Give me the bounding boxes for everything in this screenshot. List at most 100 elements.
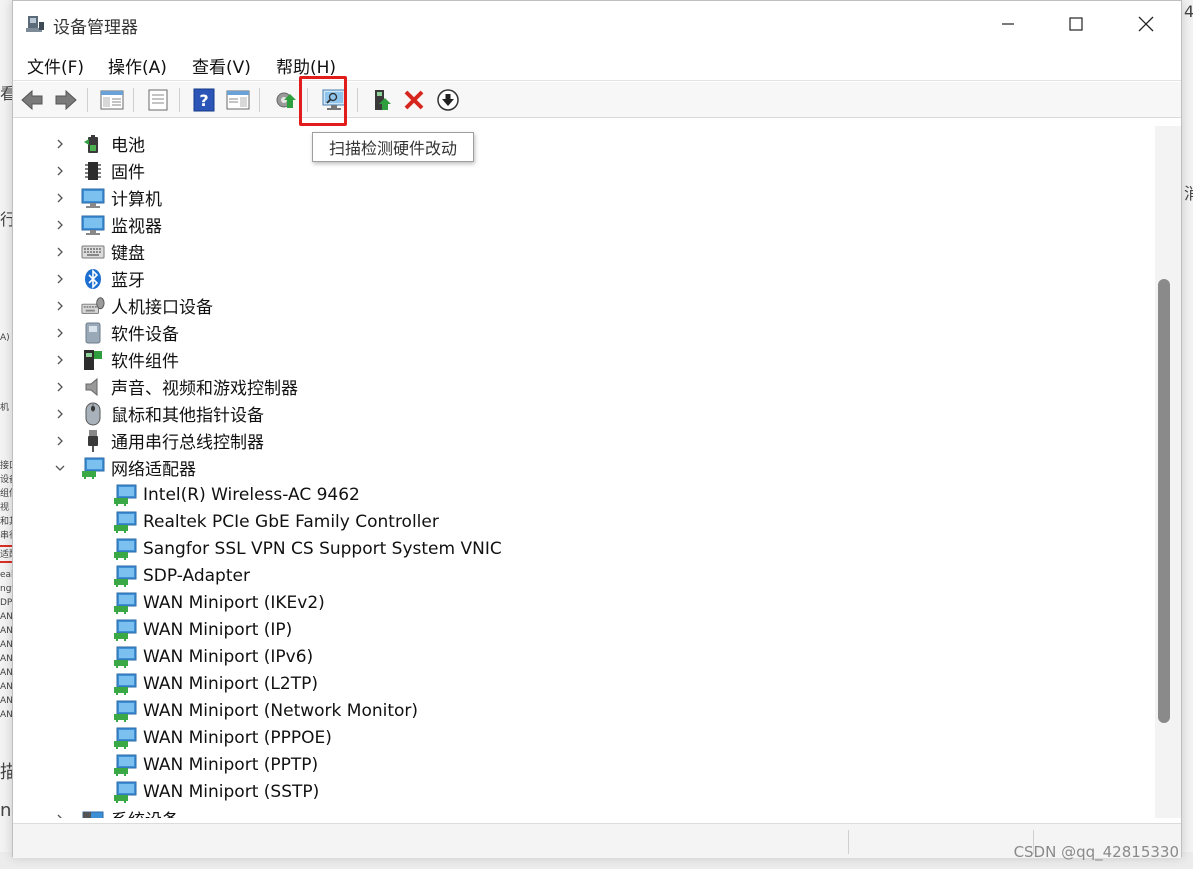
back-icon[interactable] bbox=[19, 87, 45, 113]
scan-hardware-icon[interactable] bbox=[321, 87, 347, 113]
tree-item-label: WAN Miniport (SSTP) bbox=[143, 781, 320, 802]
tree-category[interactable]: 声音、视频和游戏控制器 bbox=[53, 373, 298, 400]
tree-category[interactable]: 电池 bbox=[53, 130, 145, 157]
chevron-right-icon[interactable] bbox=[53, 191, 67, 205]
background-window-right: 4 消 bbox=[1181, 0, 1193, 869]
device-manager-icon bbox=[25, 14, 45, 34]
tree-category[interactable]: 软件组件 bbox=[53, 346, 179, 373]
chevron-right-icon[interactable] bbox=[53, 353, 67, 367]
chevron-right-icon[interactable] bbox=[53, 218, 67, 232]
vertical-scrollbar[interactable] bbox=[1155, 126, 1181, 818]
tree-item-label: WAN Miniport (IPv6) bbox=[143, 646, 314, 667]
hid-icon bbox=[81, 295, 105, 317]
chevron-right-icon[interactable] bbox=[53, 245, 67, 259]
tree-item-label: 系统设备 bbox=[111, 806, 179, 818]
tree-item-label: Intel(R) Wireless-AC 9462 bbox=[143, 484, 360, 505]
network-adapter-icon bbox=[113, 484, 137, 506]
chevron-right-icon[interactable] bbox=[53, 434, 67, 448]
tree-category[interactable]: 网络适配器 bbox=[53, 454, 196, 481]
tree-category[interactable]: 通用串行总线控制器 bbox=[53, 427, 264, 454]
tree-category[interactable]: 监视器 bbox=[53, 211, 162, 238]
tree-item-label: 计算机 bbox=[111, 190, 162, 210]
tree-device-item[interactable]: WAN Miniport (Network Monitor) bbox=[113, 697, 418, 724]
bluetooth-icon bbox=[81, 268, 105, 290]
menu-help[interactable]: 帮助(H) bbox=[276, 53, 336, 78]
close-button[interactable] bbox=[1111, 1, 1181, 47]
tree-item-label: WAN Miniport (Network Monitor) bbox=[143, 700, 419, 721]
properties-icon[interactable] bbox=[145, 87, 171, 113]
help-icon[interactable]: ? bbox=[191, 87, 217, 113]
tree-category[interactable]: 软件设备 bbox=[53, 319, 179, 346]
software-device-icon bbox=[81, 322, 105, 344]
software-component-icon bbox=[81, 349, 105, 371]
tree-category[interactable]: 固件 bbox=[53, 157, 145, 184]
tree-device-item[interactable]: Sangfor SSL VPN CS Support System VNIC bbox=[113, 535, 502, 562]
network-adapter-icon bbox=[113, 511, 137, 533]
chevron-right-icon[interactable] bbox=[53, 164, 67, 178]
tooltip: 扫描检测硬件改动 bbox=[312, 132, 474, 162]
tree-item-label: 键盘 bbox=[111, 244, 145, 264]
uninstall-icon[interactable] bbox=[401, 87, 427, 113]
tree-device-item[interactable]: WAN Miniport (IKEv2) bbox=[113, 589, 325, 616]
enable-device-icon[interactable] bbox=[369, 87, 395, 113]
menu-view[interactable]: 查看(V) bbox=[192, 53, 251, 78]
tree-device-item[interactable]: WAN Miniport (PPTP) bbox=[113, 751, 318, 778]
tree-device-item[interactable]: SDP-Adapter bbox=[113, 562, 250, 589]
tree-item-label: 蓝牙 bbox=[111, 271, 145, 291]
menu-action[interactable]: 操作(A) bbox=[108, 53, 167, 78]
network-adapter-icon bbox=[113, 592, 137, 614]
mouse-icon bbox=[81, 402, 105, 425]
tree-item-label: Realtek PCIe GbE Family Controller bbox=[143, 511, 439, 532]
tree-item-label: WAN Miniport (IKEv2) bbox=[143, 592, 325, 613]
computer-icon bbox=[81, 187, 105, 209]
tree-category[interactable]: 人机接口设备 bbox=[53, 292, 213, 319]
chevron-right-icon[interactable] bbox=[53, 137, 67, 151]
tree-category[interactable]: 鼠标和其他指针设备 bbox=[53, 400, 264, 427]
menu-file[interactable]: 文件(F) bbox=[27, 53, 84, 78]
tree-item-label: 固件 bbox=[111, 163, 145, 183]
tree-device-item[interactable]: Intel(R) Wireless-AC 9462 bbox=[113, 481, 360, 508]
chevron-right-icon[interactable] bbox=[53, 272, 67, 286]
tree-device-item[interactable]: WAN Miniport (SSTP) bbox=[113, 778, 319, 805]
chevron-down-icon[interactable] bbox=[53, 461, 67, 475]
minimize-button[interactable] bbox=[973, 1, 1043, 47]
download-icon[interactable] bbox=[435, 87, 461, 113]
tree-device-item[interactable]: Realtek PCIe GbE Family Controller bbox=[113, 508, 439, 535]
tree-item-label: 人机接口设备 bbox=[111, 298, 213, 318]
window-title: 设备管理器 bbox=[53, 18, 138, 38]
network-adapter-icon bbox=[113, 700, 137, 722]
network-adapter-icon bbox=[113, 781, 137, 803]
monitor-icon bbox=[81, 214, 105, 236]
tree-device-item[interactable]: WAN Miniport (IP) bbox=[113, 616, 292, 643]
tree-device-item[interactable]: WAN Miniport (IPv6) bbox=[113, 643, 313, 670]
network-adapter-icon bbox=[113, 538, 137, 560]
network-adapter-icon bbox=[81, 457, 105, 479]
chevron-right-icon[interactable] bbox=[53, 326, 67, 340]
sound-icon bbox=[81, 376, 105, 398]
chevron-right-icon[interactable] bbox=[53, 380, 67, 394]
tree-item-label: 监视器 bbox=[111, 217, 162, 237]
chevron-right-icon[interactable] bbox=[53, 407, 67, 421]
chevron-right-icon[interactable] bbox=[53, 299, 67, 313]
tree-category[interactable]: 系统设备 bbox=[53, 805, 179, 818]
tree-category[interactable]: 计算机 bbox=[53, 184, 162, 211]
tree-item-label: 软件组件 bbox=[111, 352, 179, 372]
scrollbar-thumb[interactable] bbox=[1158, 279, 1170, 723]
tree-device-item[interactable]: WAN Miniport (PPPOE) bbox=[113, 724, 332, 751]
maximize-button[interactable] bbox=[1041, 1, 1111, 47]
show-hide-tree-icon[interactable] bbox=[99, 87, 125, 113]
tree-device-item[interactable]: WAN Miniport (L2TP) bbox=[113, 670, 318, 697]
tree-category[interactable]: 键盘 bbox=[53, 238, 145, 265]
tree-item-label: SDP-Adapter bbox=[143, 565, 250, 586]
tree-item-label: WAN Miniport (PPPOE) bbox=[143, 727, 332, 748]
action-pane-icon[interactable] bbox=[225, 87, 251, 113]
menu-bar: 文件(F) 操作(A) 查看(V) 帮助(H) bbox=[13, 47, 1181, 81]
system-devices-icon bbox=[81, 808, 105, 818]
tree-item-label: 软件设备 bbox=[111, 325, 179, 345]
tree-item-label: 网络适配器 bbox=[111, 460, 196, 480]
forward-icon[interactable] bbox=[53, 87, 79, 113]
tree-item-label: 鼠标和其他指针设备 bbox=[111, 406, 264, 426]
chevron-right-icon[interactable] bbox=[53, 812, 67, 818]
tree-category[interactable]: 蓝牙 bbox=[53, 265, 145, 292]
update-driver-icon[interactable] bbox=[273, 87, 299, 113]
